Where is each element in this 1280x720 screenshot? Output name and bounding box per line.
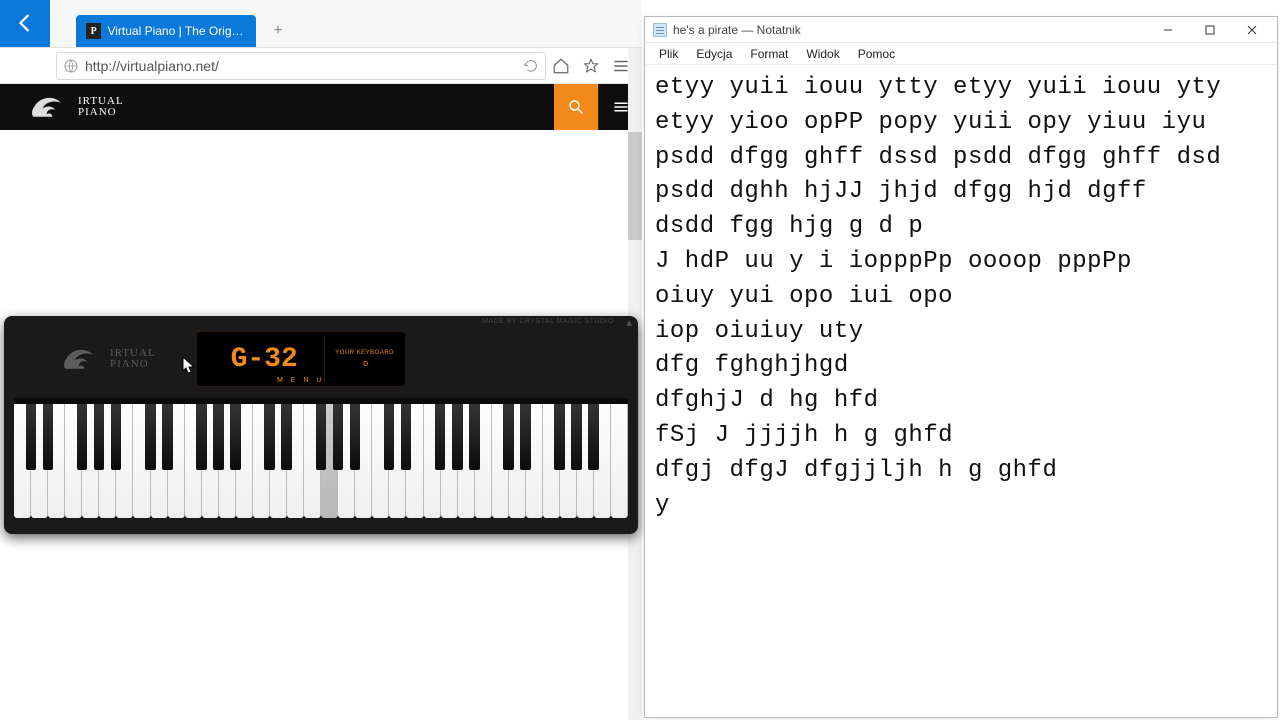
lcd-menu-label[interactable]: M E N U <box>277 377 324 384</box>
site-logo[interactable]: IRTUAL PIANO <box>30 90 124 124</box>
reload-icon[interactable] <box>523 58 539 74</box>
black-key[interactable] <box>571 404 582 470</box>
black-key[interactable] <box>94 404 105 470</box>
back-button[interactable] <box>0 0 50 47</box>
black-key[interactable] <box>350 404 361 470</box>
notepad-window: he's a pirate — Notatnik PlikEdycjaForma… <box>644 16 1278 718</box>
black-key[interactable] <box>281 404 292 470</box>
star-icon <box>582 57 600 75</box>
black-key[interactable] <box>401 404 412 470</box>
site-header: IRTUAL PIANO <box>0 84 642 130</box>
black-key[interactable] <box>520 404 531 470</box>
window-close-button[interactable] <box>1231 20 1273 40</box>
globe-icon <box>63 58 79 74</box>
piano-logo-text: IRTUAL PIANO <box>110 348 156 370</box>
piano-logo: IRTUAL PIANO <box>62 342 156 376</box>
new-tab-button[interactable]: + <box>266 19 290 43</box>
site-search-button[interactable] <box>554 84 598 130</box>
hamburger-icon <box>612 98 630 116</box>
browser-tab[interactable]: P Virtual Piano | The Origin... <box>76 15 256 47</box>
window-maximize-button[interactable] <box>1189 20 1231 40</box>
notepad-text-area[interactable]: etyy yuii iouu ytty etyy yuii iouu yty e… <box>645 65 1277 529</box>
browser-window: P Virtual Piano | The Origin... + <box>0 0 642 720</box>
url-field-wrap[interactable] <box>56 52 546 80</box>
black-key[interactable] <box>435 404 446 470</box>
piano-credit: MADE BY CRYSTAL MAGIC STUDIO <box>482 318 614 325</box>
notepad-menu-item[interactable]: Format <box>742 45 796 63</box>
address-bar <box>0 48 642 84</box>
close-icon <box>1247 25 1257 35</box>
notepad-title: he's a pirate — Notatnik <box>673 23 1147 37</box>
url-input[interactable] <box>85 58 519 74</box>
notepad-menubar: PlikEdycjaFormatWidokPomoc <box>645 43 1277 65</box>
logo-text: IRTUAL PIANO <box>78 96 124 118</box>
black-key[interactable] <box>162 404 173 470</box>
minimize-icon <box>1163 25 1173 35</box>
black-key[interactable] <box>452 404 463 470</box>
page-blank-area <box>0 130 642 316</box>
black-key[interactable] <box>264 404 275 470</box>
lcd-keyboard-key: o <box>335 358 397 368</box>
black-key[interactable] <box>333 404 344 470</box>
arrow-left-icon <box>14 12 36 34</box>
lcd-current-note: G-32 <box>231 344 298 375</box>
black-key[interactable] <box>43 404 54 470</box>
logo-swirl-icon <box>30 90 72 124</box>
black-key[interactable] <box>316 404 327 470</box>
black-key[interactable] <box>213 404 224 470</box>
notepad-menu-item[interactable]: Edycja <box>688 45 740 63</box>
window-minimize-button[interactable] <box>1147 20 1189 40</box>
maximize-icon <box>1205 25 1215 35</box>
black-key[interactable] <box>503 404 514 470</box>
logo-line2: PIANO <box>78 107 124 118</box>
black-key[interactable] <box>469 404 480 470</box>
logo-swirl-icon <box>62 342 104 376</box>
browser-scrollbar-thumb[interactable] <box>628 132 642 240</box>
notepad-app-icon <box>653 23 667 37</box>
browser-tabbar: P Virtual Piano | The Origin... + <box>0 0 642 48</box>
site-favicon: P <box>86 23 101 39</box>
bookmark-button[interactable] <box>576 51 606 81</box>
piano-lcd[interactable]: G-32 YOUR KEYBOARD: o M E N U <box>196 331 406 387</box>
black-key[interactable] <box>588 404 599 470</box>
black-key[interactable] <box>196 404 207 470</box>
home-button[interactable] <box>546 51 576 81</box>
notepad-menu-item[interactable]: Pomoc <box>850 45 903 63</box>
notepad-titlebar[interactable]: he's a pirate — Notatnik <box>645 17 1277 43</box>
black-key[interactable] <box>230 404 241 470</box>
black-key[interactable] <box>26 404 37 470</box>
lcd-your-keyboard-label: YOUR KEYBOARD: <box>335 350 397 356</box>
piano-keyboard <box>14 398 628 518</box>
virtual-piano: MADE BY CRYSTAL MAGIC STUDIO ▴ IRTUAL PI… <box>4 316 638 534</box>
search-icon <box>567 98 585 116</box>
home-icon <box>552 57 570 75</box>
black-key[interactable] <box>111 404 122 470</box>
black-key[interactable] <box>384 404 395 470</box>
notepad-menu-item[interactable]: Widok <box>798 45 847 63</box>
tab-title: Virtual Piano | The Origin... <box>107 24 246 38</box>
black-key[interactable] <box>145 404 156 470</box>
black-key[interactable] <box>77 404 88 470</box>
notepad-menu-item[interactable]: Plik <box>651 45 686 63</box>
black-key[interactable] <box>554 404 565 470</box>
